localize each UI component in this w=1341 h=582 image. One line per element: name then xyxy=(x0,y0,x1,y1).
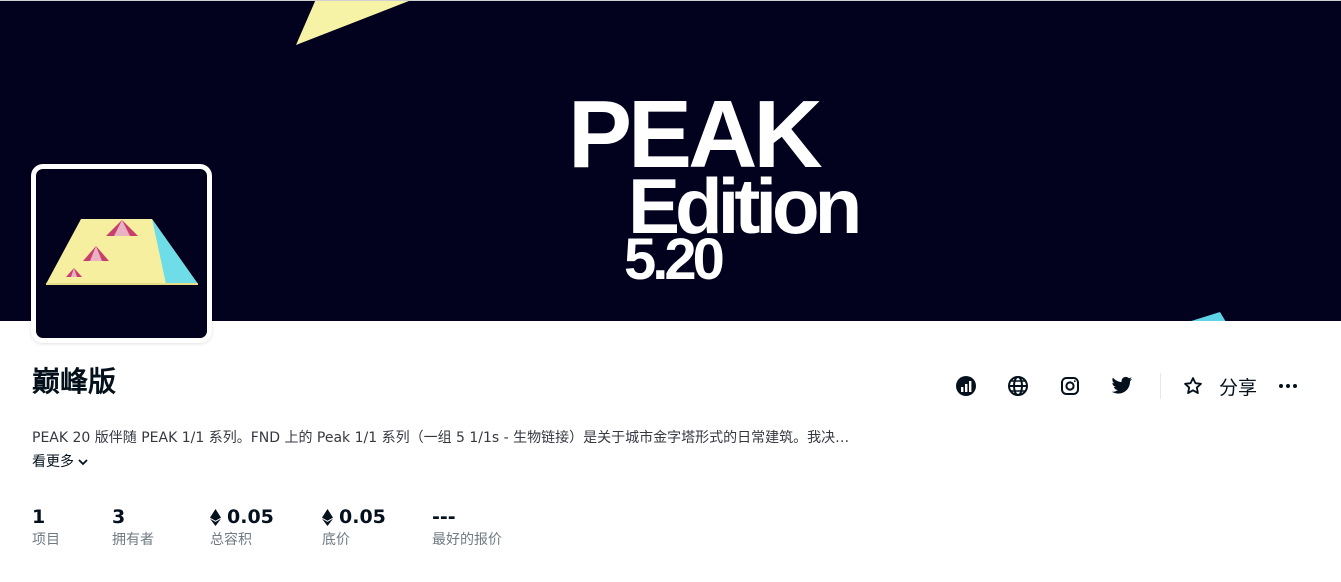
website-button[interactable] xyxy=(992,366,1044,406)
globe-icon xyxy=(1008,376,1028,396)
banner-title-date: 5.20 xyxy=(624,227,725,292)
activity-button[interactable] xyxy=(940,366,992,406)
activity-icon xyxy=(956,376,976,396)
stat-best-offer[interactable]: --- 最好的报价 xyxy=(432,505,502,551)
stat-best-offer-label: 最好的报价 xyxy=(432,532,502,548)
stat-owners-label: 拥有者 xyxy=(112,532,154,548)
share-button[interactable]: 分享 xyxy=(1219,373,1257,400)
more-options-button[interactable] xyxy=(1273,366,1303,406)
stat-floor-price[interactable]: 0.05 底价 xyxy=(322,505,386,551)
stat-items-value: 1 xyxy=(32,506,46,528)
star-icon xyxy=(1184,377,1202,394)
banner-triangle-shape xyxy=(296,1,409,45)
instagram-button[interactable] xyxy=(1044,366,1096,406)
collection-description: PEAK 20 版伴随 PEAK 1/1 系列。FND 上的 Peak 1/1 … xyxy=(32,430,850,446)
twitter-button[interactable] xyxy=(1096,366,1148,406)
instagram-icon xyxy=(1061,377,1079,395)
stat-owners[interactable]: 3 拥有者 xyxy=(112,505,154,551)
stat-floor-price-value: 0.05 xyxy=(339,506,386,528)
stat-best-offer-value: --- xyxy=(432,506,456,528)
favorite-button[interactable] xyxy=(1171,366,1215,406)
eth-icon xyxy=(210,508,221,526)
collection-actions-bar: 分享 xyxy=(940,366,1303,406)
stat-items-label: 项目 xyxy=(32,532,60,548)
stat-total-volume[interactable]: 0.05 总容积 xyxy=(210,505,274,551)
more-icon xyxy=(1279,384,1298,388)
twitter-icon xyxy=(1111,376,1133,394)
collection-title: 巅峰版 xyxy=(32,365,117,398)
collection-avatar[interactable] xyxy=(31,164,212,343)
stat-items[interactable]: 1 项目 xyxy=(32,505,60,551)
banner-corner-shape xyxy=(1191,312,1226,321)
stat-total-volume-label: 总容积 xyxy=(210,532,252,548)
actions-divider xyxy=(1160,373,1161,399)
pyramid-logo-image xyxy=(46,219,198,285)
see-more-label: 看更多 xyxy=(32,454,74,470)
eth-icon xyxy=(322,508,333,526)
chevron-down-icon xyxy=(78,458,88,465)
stat-floor-price-label: 底价 xyxy=(322,532,350,548)
stat-owners-value: 3 xyxy=(112,506,126,528)
see-more-button[interactable]: 看更多 xyxy=(32,452,88,472)
stat-total-volume-value: 0.05 xyxy=(227,506,274,528)
